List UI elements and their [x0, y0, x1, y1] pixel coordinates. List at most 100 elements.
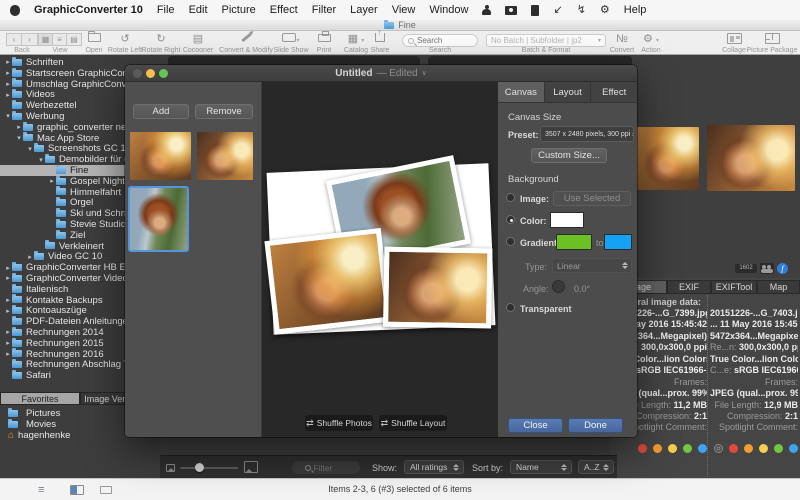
collage-canvas[interactable]	[267, 163, 496, 335]
resize-arrow-menu-icon[interactable]: ↙	[553, 5, 562, 16]
disclosure-right-icon[interactable]: ▸	[4, 69, 12, 77]
forward-icon[interactable]: ›	[22, 33, 38, 46]
menu-item-window[interactable]: Window	[429, 4, 468, 16]
color-swatch-white[interactable]	[550, 212, 584, 228]
label-dot-blue[interactable]	[698, 444, 707, 453]
label-dot-red[interactable]	[729, 444, 738, 453]
disclosure-right-icon[interactable]: ▸	[4, 328, 12, 336]
user-menu-icon[interactable]	[482, 5, 491, 16]
transparent-radio[interactable]	[506, 303, 515, 312]
label-dot-green[interactable]	[774, 444, 783, 453]
label-dot-orange[interactable]	[653, 444, 662, 453]
camera-menu-icon[interactable]	[505, 6, 517, 15]
view-list-icon[interactable]: ≡	[53, 33, 67, 46]
image-radio[interactable]	[506, 193, 515, 202]
picture-package-button[interactable]: Picture Package	[752, 32, 792, 54]
disclosure-right-icon[interactable]: ▸	[4, 307, 12, 315]
back-icon[interactable]: ‹	[6, 33, 22, 46]
close-traffic-light[interactable]	[133, 69, 142, 78]
preset-dropdown[interactable]: 3507 x 2480 pixels, 300 ppi	[540, 126, 634, 142]
disclosure-right-icon[interactable]: ▸	[48, 177, 56, 185]
use-selected-button[interactable]: Use Selected	[553, 191, 631, 206]
label-dot-yellow[interactable]	[668, 444, 677, 453]
label-dot-red[interactable]	[638, 444, 647, 453]
disclosure-right-icon[interactable]: ▸	[4, 264, 12, 272]
custom-size-button[interactable]: Custom Size...	[531, 148, 607, 163]
gradient-to-swatch[interactable]	[604, 234, 632, 250]
clipboard-menu-icon[interactable]	[531, 5, 539, 16]
disclosure-down-icon[interactable]: ▾	[15, 134, 23, 142]
tab-exif[interactable]: EXIF	[667, 280, 711, 294]
disclosure-down-icon[interactable]: ▾	[26, 145, 34, 153]
gradient-radio[interactable]	[506, 237, 515, 246]
menu-item-file[interactable]: File	[157, 4, 175, 16]
dialog-thumbnail-photo-selected[interactable]	[130, 188, 187, 250]
thumbnail-cell[interactable]	[428, 56, 632, 65]
menu-item-effect[interactable]: Effect	[270, 4, 298, 16]
tab-favorites[interactable]: Favorites	[0, 392, 80, 405]
collage-photo-left[interactable]	[264, 228, 391, 335]
apple-menu-icon[interactable]	[10, 5, 20, 16]
disclosure-right-icon[interactable]: ▸	[4, 274, 12, 282]
gear-menu-icon[interactable]: ⚙	[600, 5, 610, 16]
filter-input[interactable]	[314, 463, 348, 473]
thumbnail-size-slider[interactable]	[180, 467, 238, 469]
search-input[interactable]	[417, 36, 467, 45]
dialog-title-bar[interactable]: Untitled — Edited ∨	[125, 65, 637, 82]
view-grid-icon[interactable]: ▦	[38, 33, 53, 46]
menu-app-name[interactable]: GraphicConverter 10	[34, 4, 143, 16]
zoom-traffic-light[interactable]	[159, 69, 168, 78]
tab-exiftool[interactable]: EXIFTool	[711, 280, 757, 294]
remove-button[interactable]: Remove	[195, 104, 253, 119]
thumbnail-size-large-icon[interactable]	[244, 461, 258, 473]
menu-item-view[interactable]: View	[392, 4, 416, 16]
action-button[interactable]: ⚙ ▾ Action	[636, 32, 666, 54]
sort-dropdown[interactable]: Name	[510, 460, 572, 474]
label-dot-yellow[interactable]	[759, 444, 768, 453]
angle-knob[interactable]	[552, 280, 565, 293]
type-dropdown[interactable]: Linear	[552, 258, 632, 273]
slider-knob[interactable]	[195, 463, 204, 472]
label-dot-blue[interactable]	[789, 444, 798, 453]
disclosure-right-icon[interactable]: ▸	[26, 253, 34, 261]
disclosure-right-icon[interactable]: ▸	[4, 91, 12, 99]
show-dropdown[interactable]: All ratings	[404, 460, 464, 474]
disclosure-right-icon[interactable]: ▸	[4, 350, 12, 358]
window-title-bar[interactable]: Fine	[0, 20, 800, 31]
flash-menu-icon[interactable]: ↯	[577, 5, 586, 16]
menu-item-picture[interactable]: Picture	[222, 4, 256, 16]
view-detail-icon[interactable]: ▤	[67, 33, 82, 46]
batch-format-dropdown[interactable]: No Batch | Subfolder | jp2▾	[486, 34, 606, 47]
disclosure-right-icon[interactable]: ▸	[4, 296, 12, 304]
dialog-thumbnail-photo[interactable]	[197, 132, 253, 180]
minimize-traffic-light[interactable]	[146, 69, 155, 78]
disclosure-right-icon[interactable]: ▸	[15, 123, 23, 131]
menu-item-layer[interactable]: Layer	[350, 4, 378, 16]
shuffle-layout-button[interactable]: ⇄ Shuffle Layout	[379, 415, 447, 431]
color-radio[interactable]	[506, 215, 515, 224]
disclosure-down-icon[interactable]: ▾	[4, 112, 12, 120]
tab-layout[interactable]: Layout	[545, 82, 592, 102]
browser-thumbnail-photo[interactable]	[637, 127, 699, 190]
add-button[interactable]: Add	[133, 104, 189, 119]
menu-item-edit[interactable]: Edit	[189, 4, 208, 16]
title-popup-chevron-icon[interactable]: ∨	[422, 69, 427, 77]
menu-item-help[interactable]: Help	[624, 4, 647, 16]
done-button[interactable]: Done	[568, 418, 623, 433]
browser-thumbnail-photo[interactable]	[707, 125, 795, 191]
thumbnail-cell[interactable]	[168, 56, 420, 65]
disclosure-down-icon[interactable]: ▾	[37, 156, 45, 164]
tab-canvas[interactable]: Canvas	[498, 82, 545, 102]
label-dot-none[interactable]	[714, 444, 723, 453]
disclosure-right-icon[interactable]: ▸	[4, 339, 12, 347]
tab-map[interactable]: Map	[757, 280, 800, 294]
menu-item-filter[interactable]: Filter	[312, 4, 336, 16]
close-button[interactable]: Close	[508, 418, 563, 433]
dialog-thumbnail-photo[interactable]	[130, 132, 191, 180]
shuffle-photos-button[interactable]: ⇄ Shuffle Photos	[305, 415, 373, 431]
order-dropdown[interactable]: A..Z	[578, 460, 614, 474]
disclosure-right-icon[interactable]: ▸	[4, 80, 12, 88]
label-dot-green[interactable]	[683, 444, 692, 453]
collage-photo-right[interactable]	[383, 247, 492, 329]
tab-effect[interactable]: Effect	[591, 82, 637, 102]
